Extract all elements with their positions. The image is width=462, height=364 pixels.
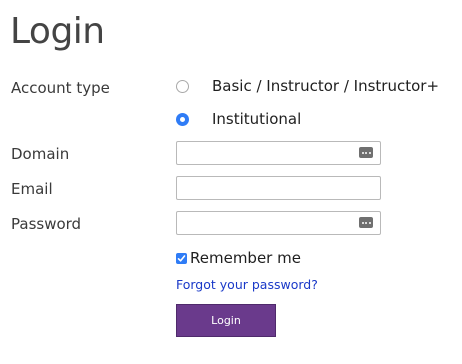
key-icon[interactable] (359, 147, 373, 158)
forgot-password-link[interactable]: Forgot your password? (176, 277, 318, 293)
radio-basic-label[interactable]: Basic / Instructor / Instructor+ (212, 77, 439, 95)
domain-label: Domain (11, 145, 70, 163)
remember-me-label[interactable]: Remember me (190, 249, 301, 267)
radio-basic[interactable] (176, 79, 189, 93)
login-button[interactable]: Login (176, 304, 276, 337)
radio-institutional[interactable] (176, 112, 189, 126)
page-title: Login (10, 11, 105, 52)
domain-field-box[interactable] (176, 141, 381, 165)
key-icon[interactable] (359, 217, 373, 228)
radio-option-institutional[interactable]: Institutional (176, 108, 301, 130)
checkmark-icon (177, 254, 186, 262)
remember-me-row[interactable]: Remember me (176, 248, 301, 268)
remember-me-checkbox[interactable] (176, 252, 187, 264)
email-field[interactable] (177, 177, 359, 200)
password-label: Password (11, 215, 82, 233)
email-field-box[interactable] (176, 176, 381, 200)
password-field[interactable] (177, 212, 359, 235)
domain-field[interactable] (177, 142, 359, 165)
password-field-box[interactable] (176, 211, 381, 235)
email-label: Email (11, 180, 53, 198)
account-type-label: Account type (11, 79, 110, 97)
radio-institutional-label[interactable]: Institutional (212, 110, 301, 128)
radio-option-basic[interactable]: Basic / Instructor / Instructor+ (176, 75, 439, 97)
